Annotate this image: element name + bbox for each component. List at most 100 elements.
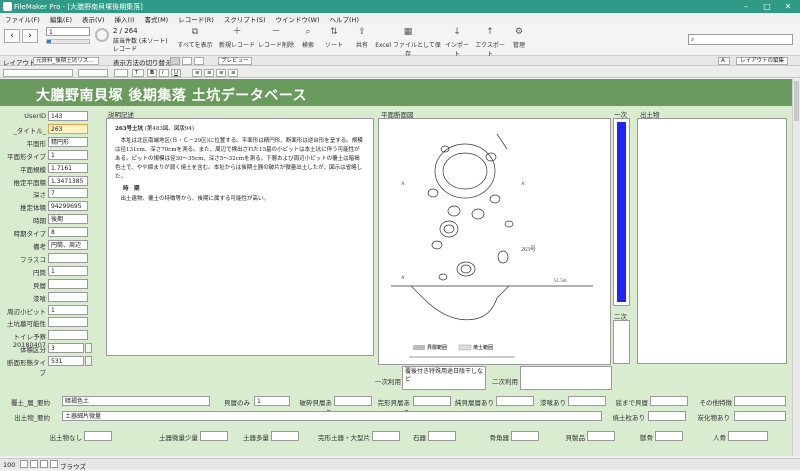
find-button[interactable]: ⌕ 検索 [297,27,319,49]
field-input[interactable] [48,292,88,302]
field-input[interactable] [48,330,88,340]
record-number-input[interactable]: 1 [46,27,90,36]
field-input[interactable]: 1.7161 [48,163,88,173]
bottom-field-label: 完形土器・大型片 [318,434,370,442]
secondary-use-field[interactable] [520,366,612,390]
mode-label[interactable]: ブラウズ [60,461,86,471]
field-input[interactable]: 1 [48,266,88,276]
bold-icon[interactable]: B [147,69,157,77]
align-center-icon[interactable]: ≡ [204,69,214,77]
menu-scripts[interactable]: スクリプト(S) [219,13,271,24]
form-view-icon[interactable] [170,57,180,65]
align-left-icon[interactable]: ≡ [192,69,202,77]
delete-record-button[interactable]: － レコード削除 [257,27,295,49]
field-input[interactable]: 94299695 [48,201,88,211]
field-input[interactable]: 精円形 [48,137,88,147]
toggle-formatbar-icon[interactable] [50,460,58,468]
vertical-scrollbar[interactable] [792,79,800,456]
field-input[interactable]: 1 [48,305,88,315]
field-label: 推定体積 [20,204,46,212]
field-label: 平面形 [26,140,47,148]
next-record-button[interactable]: › [22,29,38,43]
record-slider[interactable] [46,39,90,44]
field-input[interactable]: 円筒、周辺 [48,240,88,250]
floor-shell-field[interactable] [650,396,688,406]
zoom-level[interactable]: 100 [3,461,15,469]
burnt-soil-field[interactable] [648,411,686,421]
quick-find-input[interactable]: ⌕ [688,34,793,45]
stepper-control[interactable] [85,356,92,366]
maximize-icon[interactable]: □ [757,1,777,12]
close-icon[interactable]: ✕ [778,1,798,12]
broken-shell-field[interactable] [334,396,372,406]
menu-view[interactable]: 表示(V) [77,13,110,24]
other-feature-field[interactable] [734,396,786,406]
sort-button[interactable]: ⇅ ソート [323,27,345,49]
field-input[interactable]: 後期 [48,214,88,224]
align-justify-icon[interactable]: ≡ [228,69,238,77]
field-input[interactable] [48,253,88,263]
menu-file[interactable]: ファイル(F) [0,13,45,24]
new-record-button[interactable]: ＋ 新規レコード [219,27,255,49]
list-view-icon[interactable] [182,57,192,65]
bottom-field-input[interactable] [84,431,112,441]
field-input[interactable]: 531 [48,356,84,366]
shell-only-field[interactable]: 1 [254,396,290,406]
artifacts-panel[interactable] [637,118,787,364]
menu-insert[interactable]: 挿入(I) [110,13,140,24]
export-button[interactable]: ↑ エクスポート [474,27,506,58]
bottom-field-input[interactable] [655,431,683,441]
manage-button[interactable]: ⚙ 管理 [509,27,529,49]
field-input[interactable] [48,279,88,289]
text-color-icon[interactable]: T [132,69,144,77]
artifacts-summary-field[interactable]: 土器細片微量 [62,411,602,421]
bottom-field-input[interactable] [728,431,768,441]
underline-icon[interactable]: U [171,69,181,77]
plaster-field[interactable] [568,396,606,406]
font-select[interactable] [3,69,73,77]
complete-shell-field[interactable] [413,396,451,406]
primary-use-field[interactable]: 覆後付き特殊用途日陰干しなど [402,366,486,390]
menu-format[interactable]: 書式(M) [140,13,174,24]
covering-field[interactable]: 暗褐色土 [62,396,210,406]
field-input[interactable]: 8 [48,227,88,237]
align-right-icon[interactable]: ≡ [216,69,226,77]
field-input[interactable]: 1 [48,150,88,160]
share-button[interactable]: ⇪ 共有 [351,27,373,49]
stepper-control[interactable] [85,343,92,353]
zoom-in-icon[interactable] [30,460,38,468]
font-size-icon[interactable]: A [718,57,730,65]
import-button[interactable]: ↓ インポート [443,27,471,58]
italic-icon[interactable]: I [159,69,169,77]
preview-button[interactable]: プレビュー [218,57,252,65]
menu-records[interactable]: レコード(R) [173,13,219,24]
menu-window[interactable]: ウインドウ(W) [271,13,325,24]
field-input[interactable]: 7 [48,188,88,198]
show-all-button[interactable]: ⧉ すべてを表示 [175,27,215,49]
zoom-out-icon[interactable] [20,460,28,468]
field-input[interactable]: 263 [48,124,88,134]
field-input[interactable]: 143 [48,111,88,121]
toggle-toolbar-icon[interactable] [40,460,48,468]
size-select[interactable] [78,69,108,77]
edit-layout-button[interactable]: レイアウトの編集 [736,57,788,65]
minimize-icon[interactable]: – [736,1,756,12]
color-picker[interactable] [114,69,128,77]
field-input[interactable] [48,317,88,327]
field-input[interactable]: 1.3471385 [48,176,88,186]
bottom-field-label: 獣骨 [640,434,653,442]
bottom-field-input[interactable] [587,431,615,441]
menu-help[interactable]: ヘルプ(H) [325,13,364,24]
table-view-icon[interactable] [194,57,204,65]
bottom-field-input[interactable] [428,431,456,441]
field-input[interactable]: 3 [48,343,84,353]
menu-edit[interactable]: 編集(E) [45,13,77,24]
charcoal-field[interactable] [734,411,786,421]
layout-select[interactable]: 元資料_後期土坑リス... [33,57,99,65]
prev-record-button[interactable]: ‹ [4,29,20,43]
description-panel[interactable]: 263号土坑 (第483図、図版94) 本址は北区南端地区(Ｂ・Ｃ－29区)に位… [106,118,374,356]
scrollbar-thumb[interactable] [794,81,799,121]
field-label: _タイトル_ [13,127,47,135]
save-excel-button[interactable]: ▦ Excel ファイルとして保存 [375,27,441,58]
mixed-shell-field[interactable] [496,396,534,406]
